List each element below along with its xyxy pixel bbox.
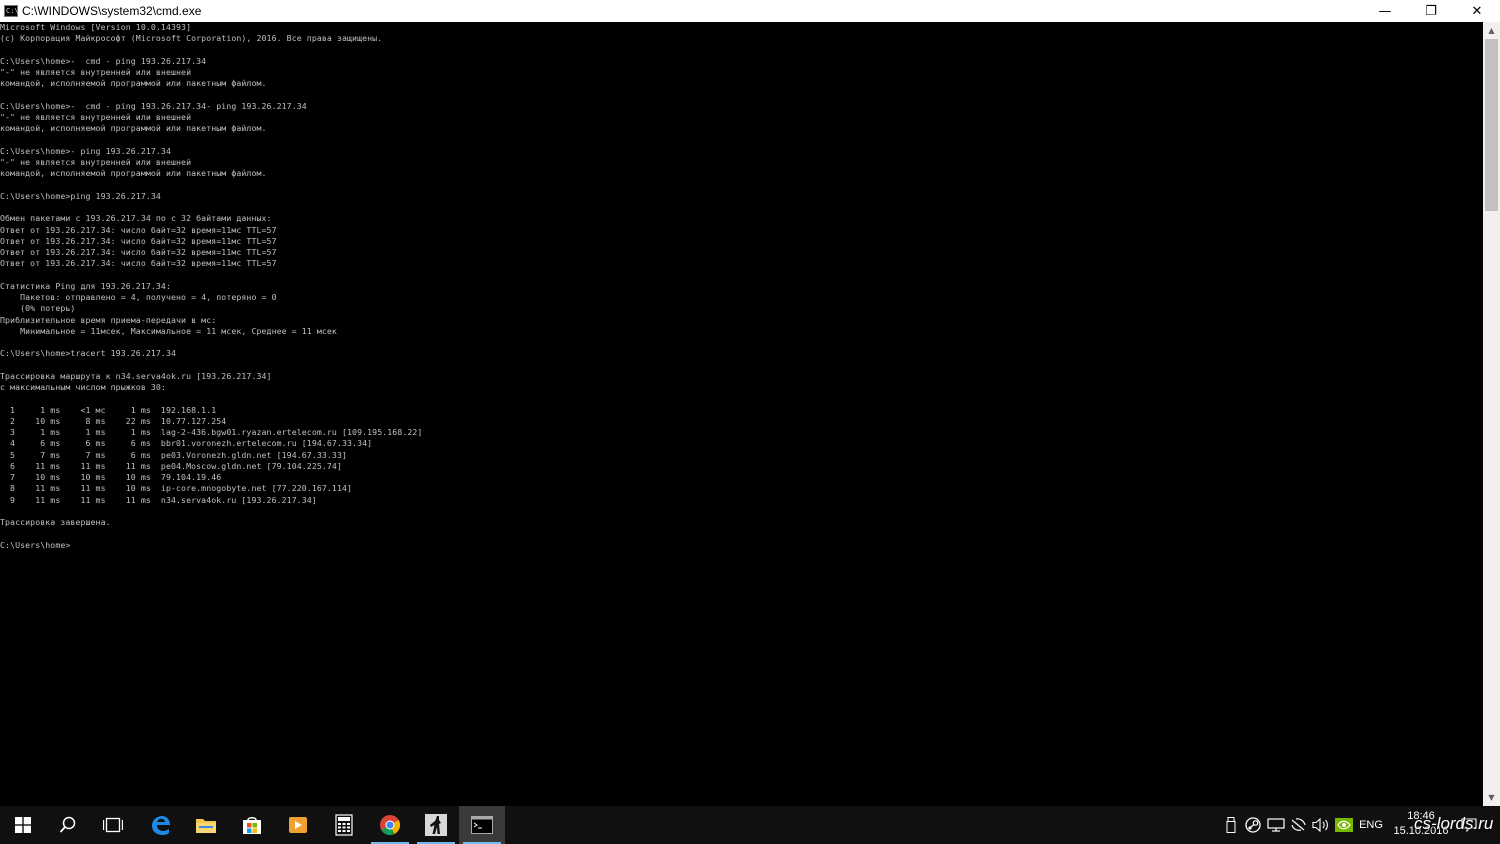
- restore-button[interactable]: ❐: [1408, 0, 1454, 22]
- console-line: Microsoft Windows [Version 10.0.14393]: [0, 22, 192, 32]
- console-line: Приблизительное время приема-передачи в …: [0, 314, 217, 325]
- window-title: C:\WINDOWS\system32\cmd.exe: [22, 4, 202, 18]
- console-line: 3 1 ms 1 ms 1 ms lag-2-436.bgw01.ryazan.…: [0, 427, 423, 437]
- console-line: C:\Users\home>: [0, 539, 71, 550]
- cmd-window-icon[interactable]: C:\: [4, 5, 19, 17]
- console-line: "-" не является внутренней или внешней: [0, 112, 192, 122]
- media-player-icon[interactable]: [275, 806, 321, 844]
- display-settings-icon[interactable]: [1289, 806, 1309, 844]
- console-line: командой, исполняемой программой или пак…: [0, 168, 267, 179]
- start-icon[interactable]: [0, 806, 46, 844]
- console-line: 5 7 ms 7 ms 6 ms pe03.Voronezh.gldn.net …: [0, 449, 348, 460]
- search-icon[interactable]: [45, 806, 91, 844]
- console-line: "-" не является внутренней или внешней: [0, 67, 192, 77]
- window-titlebar[interactable]: C:\ C:\WINDOWS\system32\cmd.exe — ❐ ✕: [0, 0, 1500, 22]
- file-explorer-icon[interactable]: [183, 806, 229, 844]
- console-line: 4 6 ms 6 ms 6 ms bbr01.voronezh.erteleco…: [0, 438, 373, 449]
- console-line: командой, исполняемой программой или пак…: [0, 123, 267, 134]
- minimize-button[interactable]: —: [1362, 0, 1408, 22]
- console-line: 2 10 ms 8 ms 22 ms 10.77.127.254: [0, 415, 227, 426]
- console-line: 8 11 ms 11 ms 10 ms ip-core.mnogobyte.ne…: [0, 483, 353, 494]
- window-controls: — ❐ ✕: [1362, 0, 1500, 22]
- console-line: 6 11 ms 11 ms 11 ms pe04.Moscow.gldn.net…: [0, 460, 342, 471]
- console-line: C:\Users\home>ping 193.26.217.34: [0, 190, 161, 201]
- taskbar: ENG 18:46 15.10.2016: [0, 806, 1500, 844]
- usb-device-icon[interactable]: [1222, 806, 1240, 844]
- console-line: Ответ от 193.26.217.34: число байт=32 вр…: [0, 235, 277, 246]
- scrollbar-thumb[interactable]: [1485, 39, 1498, 211]
- volume-icon[interactable]: [1311, 806, 1331, 844]
- console-text: Microsoft Windows [Version 10.0.14393] (…: [0, 22, 1483, 551]
- console-line: "-" не является внутренней или внешней: [0, 157, 192, 167]
- console-line: Ответ от 193.26.217.34: число байт=32 вр…: [0, 247, 277, 257]
- console-line: C:\Users\home>- ping 193.26.217.34: [0, 145, 171, 156]
- console-line: Ответ от 193.26.217.34: число байт=32 вр…: [0, 258, 277, 269]
- steam-icon[interactable]: [1243, 806, 1263, 844]
- cmd-window-icon-label: C:\: [6, 7, 19, 15]
- console-line: C:\Users\home>tracert 193.26.217.34: [0, 348, 177, 359]
- console-line: Трассировка маршрута к n34.serva4ok.ru […: [0, 370, 272, 381]
- nvidia-icon[interactable]: [1334, 806, 1354, 844]
- console-line: Ответ от 193.26.217.34: число байт=32 вр…: [0, 224, 277, 235]
- network-icon[interactable]: [1266, 806, 1286, 844]
- console-line: 9 11 ms 11 ms 11 ms n34.serva4ok.ru [193…: [0, 494, 317, 505]
- console-line: командой, исполняемой программой или пак…: [0, 78, 267, 89]
- scroll-down-arrow-icon[interactable]: ▼: [1483, 789, 1500, 806]
- console-line: Пакетов: отправлено = 4, получено = 4, п…: [0, 292, 277, 302]
- console-line: Обмен пакетами с 193.26.217.34 по с 32 б…: [0, 213, 272, 224]
- close-button[interactable]: ✕: [1454, 0, 1500, 22]
- console-line: 7 10 ms 10 ms 10 ms 79.104.19.46: [0, 472, 222, 482]
- language-indicator[interactable]: ENG: [1356, 806, 1386, 844]
- chrome-icon[interactable]: [367, 806, 413, 844]
- task-view-icon[interactable]: [90, 806, 136, 844]
- scroll-up-arrow-icon[interactable]: ▲: [1483, 22, 1500, 39]
- console-line: C:\Users\home>- cmd - ping 193.26.217.34…: [0, 100, 307, 111]
- console-line: Статистика Ping для 193.26.217.34:: [0, 280, 171, 291]
- console-line: Минимальное = 11мсек, Максимальное = 11 …: [0, 325, 337, 336]
- store-icon[interactable]: [229, 806, 275, 844]
- console-line: Трассировка завершена.: [0, 517, 111, 527]
- calculator-icon[interactable]: [321, 806, 367, 844]
- console-line: с максимальным числом прыжков 30:: [0, 382, 166, 392]
- vertical-scrollbar[interactable]: ▲ ▼: [1483, 22, 1500, 806]
- console-output-area[interactable]: Microsoft Windows [Version 10.0.14393] (…: [0, 22, 1483, 806]
- watermark: cs-lords.ru: [1414, 814, 1494, 833]
- console-line: (0% потерь): [0, 303, 76, 314]
- cmd-icon[interactable]: [459, 806, 505, 844]
- edge-icon[interactable]: [137, 806, 183, 844]
- console-line: (c) Корпорация Майкрософт (Microsoft Cor…: [0, 33, 383, 44]
- counter-strike-icon[interactable]: [413, 806, 459, 844]
- console-line: C:\Users\home>- cmd - ping 193.26.217.34: [0, 55, 207, 66]
- console-line: 1 1 ms <1 мс 1 ms 192.168.1.1: [0, 404, 217, 415]
